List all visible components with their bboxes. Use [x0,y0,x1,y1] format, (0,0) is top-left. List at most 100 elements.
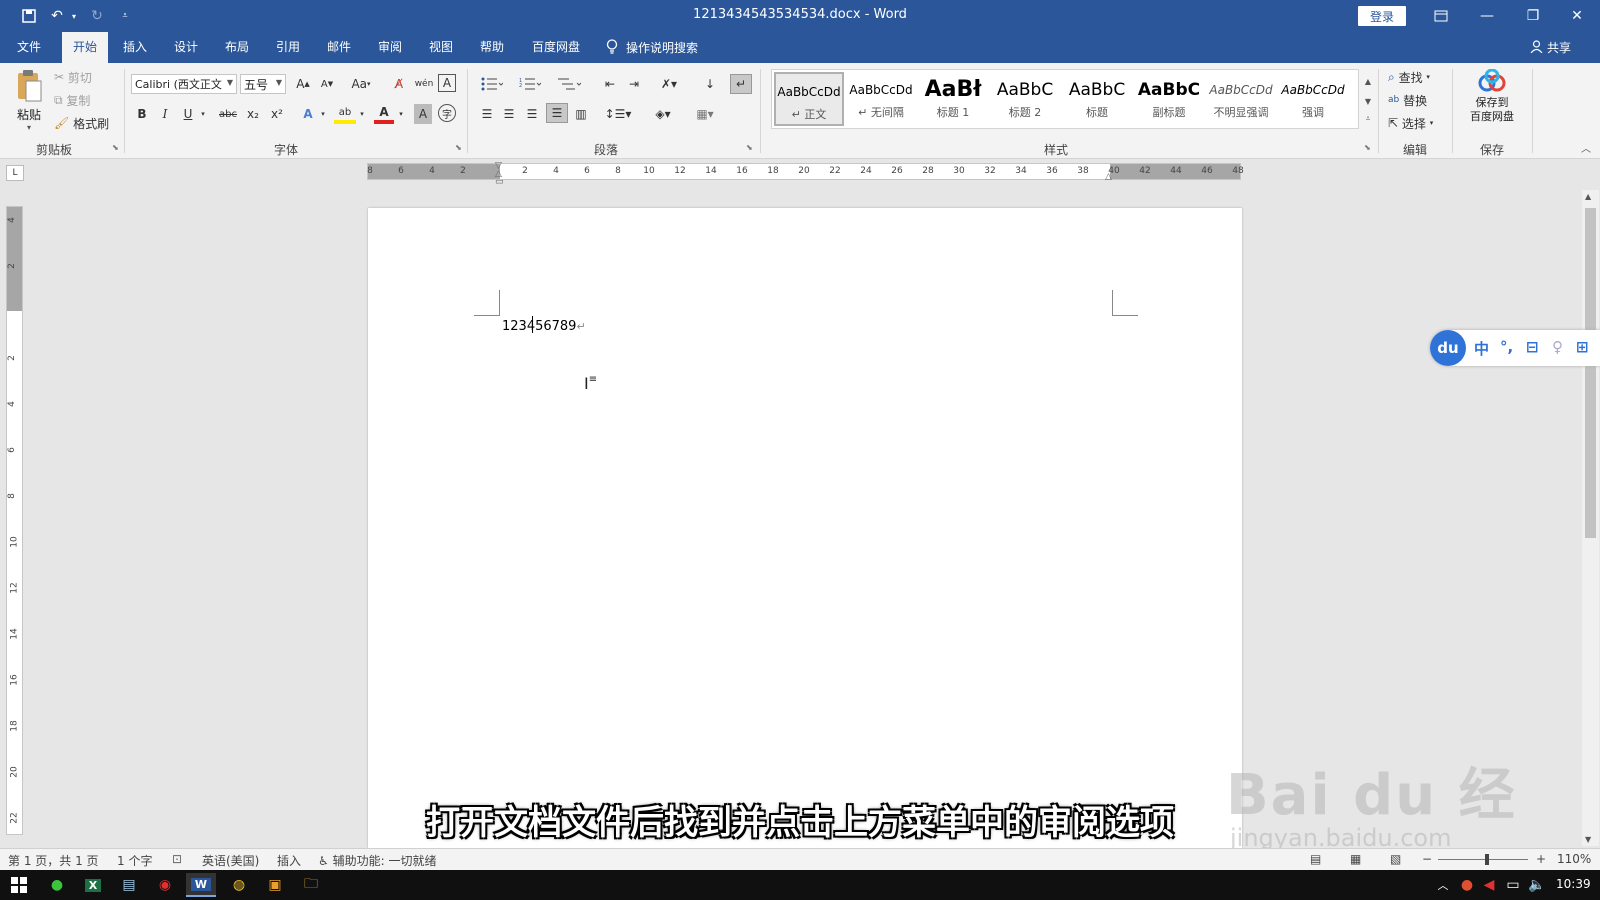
chevron-down-icon[interactable]: ▾ [357,104,367,124]
format-painter-button[interactable]: 🖌 格式刷 [54,113,109,133]
notepad-icon[interactable]: ▤ [114,873,144,897]
ribbon-display-icon[interactable] [1418,0,1464,32]
horizontal-ruler[interactable]: 8 6 4 2 2 4 6 8 10 12 14 16 18 20 22 24 26 28 30 32 34 36 38 40… [367,162,1244,187]
select-button[interactable]: ⇱ 选择 ▾ [1388,113,1433,133]
vertical-ruler[interactable]: 4 2 2 4 6 8 10 12 14 16 18 20 22 [6,206,23,835]
collapse-ribbon-icon[interactable]: ︿ [1578,137,1594,157]
proofing-icon[interactable]: ⊡ [172,852,182,866]
replace-button[interactable]: ab 替换 [1388,90,1427,110]
zoom-level[interactable]: 110% [1557,852,1591,866]
language-indicator[interactable]: 英语(美国) [202,852,259,869]
scroll-thumb[interactable] [1585,208,1596,538]
clipboard-launcher-icon[interactable]: ⬊ [112,143,119,152]
align-left-icon[interactable]: ☰ [478,104,496,124]
bullets-icon[interactable] [478,74,506,94]
tab-baidu-netdisk[interactable]: 百度网盘 [524,32,588,63]
tab-help[interactable]: 帮助 [471,32,513,63]
line-spacing-icon[interactable]: ↕☰▾ [604,104,632,124]
tab-design[interactable]: 设计 [165,32,207,63]
justify-icon[interactable]: ☰ [546,103,568,123]
share-button[interactable]: 共享 [1530,32,1571,63]
numbering-icon[interactable]: 12 [516,74,544,94]
indent-marker-icon[interactable]: ▽ △ ▭ [495,162,504,187]
borders-icon[interactable]: ▦▾ [690,104,720,124]
tab-insert[interactable]: 插入 [114,32,156,63]
save-icon[interactable] [18,6,40,26]
find-button[interactable]: ⌕ 查找 ▾ [1388,67,1430,87]
highlight-button[interactable]: ab [334,104,356,124]
grow-font-button[interactable]: A ▲ [294,74,312,94]
browser-360-icon[interactable]: ● [42,873,72,897]
gallery-down-icon[interactable]: ▼ [1361,91,1375,111]
text-effect-button[interactable]: A [298,104,318,124]
word-taskbar-icon[interactable]: W [186,873,216,897]
ime-menu-icon[interactable]: ⊞ [1576,338,1589,356]
paste-button[interactable]: 粘贴 ▾ [10,69,48,133]
italic-button[interactable]: I [157,104,173,124]
shading-icon[interactable]: ◈▾ [648,104,678,124]
web-layout-icon[interactable]: ▧ [1390,852,1401,866]
word-count[interactable]: 1 个字 [117,852,152,869]
font-color-button[interactable]: A [374,104,394,124]
document-body[interactable]: 123456789↵ [502,319,586,334]
enclose-char-button[interactable]: 字 [438,104,456,122]
taskbar-clock[interactable]: 10:39 [1556,877,1591,891]
app-icon[interactable]: ▣ [260,873,290,897]
align-right-icon[interactable]: ☰ [523,104,541,124]
cut-button[interactable]: ✂ 剪切 [54,67,92,87]
gallery-up-icon[interactable]: ▲ [1361,71,1375,91]
excel-icon[interactable]: X [78,873,108,897]
style-subtle-emphasis[interactable]: AaBbCcDd 不明显强调 [1206,72,1276,126]
document-page[interactable]: 123456789↵ [368,208,1242,848]
scroll-up-icon[interactable]: ▲ [1585,192,1591,201]
chevron-down-icon[interactable]: ▾ [396,104,406,124]
tab-layout[interactable]: 布局 [216,32,258,63]
tab-review[interactable]: 审阅 [369,32,411,63]
ime-punctuation-icon[interactable]: °, [1500,338,1513,356]
zoom-slider-thumb[interactable] [1485,854,1489,865]
save-to-baidu-button[interactable]: 保存到 百度网盘 [1460,68,1524,133]
style-no-spacing[interactable]: AaBbCcDd ↵ 无间隔 [846,72,916,126]
copy-button[interactable]: ⧉ 复制 [54,90,90,110]
close-icon[interactable]: ✕ [1554,0,1600,32]
style-normal[interactable]: AaBbCcDd ↵ 正文 [774,72,844,126]
chinese-layout-icon[interactable]: ✗▾ [654,74,684,94]
accessibility-status[interactable]: ♿ 辅助功能: 一切就绪 [318,852,436,869]
font-name-select[interactable]: Calibri (西文正文 ▼ [131,74,237,94]
right-indent-marker-icon[interactable]: △ [1105,172,1112,182]
strikethrough-button[interactable]: abc [216,104,240,124]
zoom-out-icon[interactable]: − [1422,852,1432,866]
change-case-button[interactable]: Aa ▾ [346,74,376,94]
font-size-select[interactable]: 五号 ▼ [240,74,286,94]
tab-references[interactable]: 引用 [267,32,309,63]
undo-dropdown-icon[interactable]: ▾ [68,6,80,26]
ime-chinese-icon[interactable]: 中 [1474,338,1489,359]
style-emphasis[interactable]: AaBbCcDd 强调 [1278,72,1348,126]
style-heading-1[interactable]: AaBł 标题 1 [918,72,988,126]
paragraph-launcher-icon[interactable]: ⬊ [746,143,753,152]
show-marks-icon[interactable]: ↵ [730,74,752,94]
chrome-icon[interactable]: ◍ [224,873,254,897]
insert-mode[interactable]: 插入 [277,852,301,869]
page-count[interactable]: 第 1 页，共 1 页 [8,852,99,869]
tab-home[interactable]: 开始 [62,32,108,63]
ime-user-icon[interactable]: ♀ [1552,338,1563,356]
decrease-indent-icon[interactable]: ⇤ [600,74,620,94]
char-border-button[interactable]: A [438,74,456,92]
redo-icon[interactable]: ↻ [86,6,108,26]
tab-selector[interactable]: L [6,165,24,181]
sort-icon[interactable]: ↓ [700,74,720,94]
minimize-icon[interactable]: — [1464,0,1510,32]
paste-dropdown-icon[interactable]: ▾ [10,123,48,132]
style-subtitle[interactable]: AaBbC 副标题 [1134,72,1204,126]
multilevel-list-icon[interactable] [554,74,584,94]
clear-format-icon[interactable]: A̸ [390,74,408,94]
volume-icon[interactable]: 🔈 [1522,873,1552,897]
subscript-button[interactable]: x₂ [244,104,262,124]
gallery-more-icon[interactable]: ⩡ [1361,109,1375,129]
underline-dropdown-icon[interactable]: ▾ [198,104,208,124]
styles-launcher-icon[interactable]: ⬊ [1364,143,1371,152]
windows-start-icon[interactable] [4,873,34,897]
ime-toolbox-icon[interactable]: ⊟ [1526,338,1539,356]
style-heading-2[interactable]: AaBbC 标题 2 [990,72,1060,126]
